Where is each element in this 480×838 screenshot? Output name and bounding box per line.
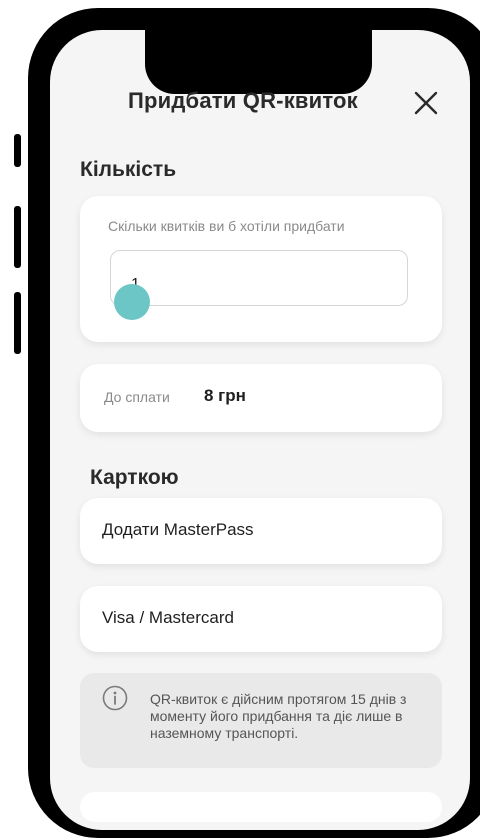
visa-mastercard-button[interactable]: Visa / Mastercard xyxy=(80,586,442,652)
page-title: Придбати QR-квиток xyxy=(128,88,358,113)
next-card-partial xyxy=(80,792,442,822)
info-text: QR-квиток є дійсним протягом 15 днів з м… xyxy=(150,691,407,741)
close-icon[interactable] xyxy=(413,90,439,116)
info-icon xyxy=(102,685,128,711)
quantity-hint: Скільки квитків ви б хотіли придбати xyxy=(108,218,345,234)
text-cursor-handle[interactable] xyxy=(114,284,150,320)
card-section-title: Карткою xyxy=(90,466,179,489)
quantity-section-title: Кількість xyxy=(80,158,177,181)
visa-mastercard-label: Visa / Mastercard xyxy=(102,608,234,627)
notch xyxy=(145,30,372,94)
info-box: QR-квиток є дійсним протягом 15 днів з м… xyxy=(80,673,442,768)
payment-due-amount: 8 грн xyxy=(204,386,246,405)
volume-down-button xyxy=(14,292,21,354)
payment-due-card: До сплати 8 грн xyxy=(80,364,442,432)
add-masterpass-label: Додати MasterPass xyxy=(102,520,254,539)
volume-up-button xyxy=(14,206,21,268)
payment-due-label: До сплати xyxy=(104,389,170,405)
add-masterpass-button[interactable]: Додати MasterPass xyxy=(80,498,442,564)
quantity-input[interactable] xyxy=(110,250,408,306)
mute-switch xyxy=(14,134,21,167)
quantity-card: Скільки квитків ви б хотіли придбати xyxy=(80,196,442,342)
